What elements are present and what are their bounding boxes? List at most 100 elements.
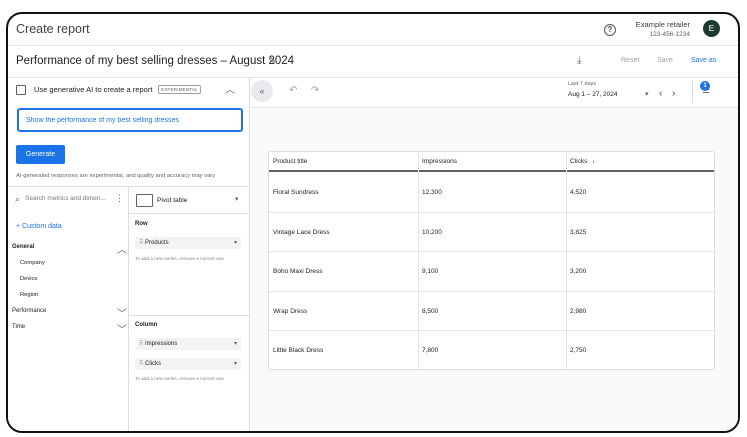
sort-descending-icon[interactable]: ↓ bbox=[592, 158, 595, 165]
cell-clicks: 3,825 bbox=[570, 228, 587, 236]
column-chip-clicks[interactable]: ⠿ Clicks ▾ bbox=[135, 358, 241, 370]
category-label: General bbox=[12, 244, 35, 250]
cell-product-title: Vintage Lace Dress bbox=[273, 228, 330, 236]
table-row[interactable]: Floral Sundress 12,300 4,520 bbox=[269, 173, 714, 213]
save-as-button[interactable]: Save as bbox=[691, 57, 716, 64]
date-range-caption: Last 7 days bbox=[568, 81, 597, 87]
ai-panel-title: Use generative AI to create a report bbox=[34, 85, 153, 94]
cell-impressions: 12,300 bbox=[422, 189, 442, 196]
pivot-table: Product title Impressions Clicks ↓ Flora… bbox=[268, 151, 715, 370]
chevron-down-icon: ﹀ bbox=[117, 309, 127, 320]
row-section-label: Row bbox=[135, 221, 148, 227]
divider bbox=[692, 81, 693, 103]
table-row[interactable]: Wrap Dress 8,500 2,980 bbox=[269, 292, 714, 331]
caret-down-icon[interactable]: ▾ bbox=[234, 338, 237, 350]
divider bbox=[129, 213, 249, 214]
reset-button[interactable]: Reset bbox=[621, 57, 639, 64]
generate-button[interactable]: Generate bbox=[16, 145, 65, 164]
cell-impressions: 10,200 bbox=[422, 228, 442, 236]
create-report-window: Create report ? Example retailer 123-456… bbox=[6, 12, 740, 433]
cell-clicks: 4,520 bbox=[570, 189, 587, 196]
cell-impressions: 7,800 bbox=[422, 347, 439, 354]
chip-label: Products bbox=[145, 240, 169, 246]
search-icon: ⌕ bbox=[15, 194, 21, 204]
save-button[interactable]: Save bbox=[657, 57, 673, 64]
drag-handle-icon[interactable]: ⠿ bbox=[139, 358, 143, 370]
cell-product-title: Little Black Dress bbox=[273, 347, 324, 354]
redo-icon[interactable]: ↷ bbox=[311, 85, 319, 96]
app-title: Create report bbox=[16, 22, 90, 36]
category-label: Time bbox=[12, 324, 26, 330]
ai-disclaimer: AI-generated responses are experimental,… bbox=[16, 173, 216, 179]
category-time[interactable]: Time ﹀ bbox=[12, 324, 127, 340]
chip-label: Impressions bbox=[145, 341, 178, 347]
chevron-up-icon: ︿ bbox=[117, 245, 127, 256]
account-name[interactable]: Example retailer bbox=[636, 20, 690, 29]
chevron-down-icon: ﹀ bbox=[117, 325, 127, 336]
category-general[interactable]: General ︿ bbox=[12, 244, 127, 260]
table-row[interactable]: Vintage Lace Dress 10,200 3,825 bbox=[269, 213, 714, 252]
divider bbox=[129, 315, 249, 316]
metric-item-company[interactable]: Company bbox=[20, 260, 45, 266]
drag-handle-icon[interactable]: ⠿ bbox=[139, 237, 143, 249]
column-section-label: Column bbox=[135, 322, 158, 328]
metric-item-device[interactable]: Device bbox=[20, 276, 38, 282]
more-options-icon[interactable]: ⋮ bbox=[115, 193, 124, 204]
pivot-table-icon bbox=[136, 194, 153, 207]
metric-item-region[interactable]: Region bbox=[20, 292, 38, 298]
cell-clicks: 2,980 bbox=[570, 307, 587, 315]
filter-count-badge: 1 bbox=[700, 81, 710, 91]
chip-label: Clicks bbox=[145, 361, 161, 367]
avatar[interactable]: E bbox=[703, 20, 720, 37]
experimental-badge: EXPERIMENTAL bbox=[158, 85, 201, 94]
category-label: Performance bbox=[12, 308, 47, 314]
edit-title-pencil-icon[interactable]: ✎ bbox=[268, 56, 276, 67]
chevron-left-icon[interactable]: ‹ bbox=[659, 88, 662, 99]
caret-down-icon[interactable]: ▾ bbox=[234, 237, 237, 249]
cell-product-title: Boho Maxi Dress bbox=[273, 268, 323, 275]
canvas-toolbar: « ↶ ↷ Last 7 days Aug 1 – 27, 2024 ▾ ‹ ›… bbox=[251, 78, 738, 108]
row-hint: To add a new series, remove a current on… bbox=[135, 256, 224, 261]
column-chip-impressions[interactable]: ⠿ Impressions ▾ bbox=[135, 338, 241, 350]
visualization-type-label[interactable]: Pivot table bbox=[157, 197, 187, 204]
pivot-config-panel: Pivot table ▾ Row ⠿ Products ▾ To add a … bbox=[129, 186, 249, 431]
caret-down-icon[interactable]: ▾ bbox=[645, 90, 649, 98]
row-chip-products[interactable]: ⠿ Products ▾ bbox=[135, 237, 241, 249]
undo-icon[interactable]: ↶ bbox=[289, 85, 297, 96]
table-row[interactable]: Little Black Dress 7,800 2,750 bbox=[269, 331, 714, 369]
category-performance[interactable]: Performance ﹀ bbox=[12, 308, 127, 324]
cell-product-title: Wrap Dress bbox=[273, 307, 308, 315]
column-header-product-title[interactable]: Product title bbox=[273, 158, 307, 165]
cell-impressions: 8,500 bbox=[422, 307, 439, 315]
column-hint: To add a new series, remove a current on… bbox=[135, 376, 224, 381]
custom-data-button[interactable]: + Custom data bbox=[16, 223, 62, 230]
chevron-up-icon[interactable]: ︿ bbox=[225, 81, 235, 96]
left-panel: Use generative AI to create a report EXP… bbox=[8, 78, 250, 431]
chevron-right-icon[interactable]: › bbox=[672, 88, 675, 99]
help-icon[interactable]: ? bbox=[604, 24, 616, 36]
collapse-panel-button[interactable]: « bbox=[251, 80, 273, 102]
download-icon[interactable]: ⤓ bbox=[577, 55, 581, 66]
cell-clicks: 3,200 bbox=[570, 268, 587, 275]
date-range-selector[interactable]: Aug 1 – 27, 2024 bbox=[568, 91, 618, 98]
filter-button[interactable]: ☰ 1 bbox=[700, 81, 716, 97]
account-id: 123-456-1234 bbox=[649, 31, 690, 38]
report-title-bar: Performance of my best selling dresses –… bbox=[8, 46, 738, 78]
drag-handle-icon[interactable]: ⠿ bbox=[139, 338, 143, 350]
report-title: Performance of my best selling dresses –… bbox=[16, 55, 295, 67]
table-header: Product title Impressions Clicks ↓ bbox=[269, 152, 714, 172]
column-header-label: Clicks bbox=[570, 158, 588, 165]
app-bar: Create report ? Example retailer 123-456… bbox=[8, 14, 738, 46]
cell-product-title: Floral Sundress bbox=[273, 189, 319, 196]
metrics-panel: ⌕ ⋮ + Custom data General ︿ Company Devi… bbox=[8, 186, 129, 431]
table-row[interactable]: Boho Maxi Dress 9,100 3,200 bbox=[269, 252, 714, 292]
cell-clicks: 2,750 bbox=[570, 347, 587, 354]
metrics-search-input[interactable] bbox=[25, 195, 113, 202]
column-header-impressions[interactable]: Impressions bbox=[422, 158, 457, 165]
generative-ai-icon bbox=[16, 85, 26, 95]
report-canvas: « ↶ ↷ Last 7 days Aug 1 – 27, 2024 ▾ ‹ ›… bbox=[251, 78, 738, 431]
column-header-clicks[interactable]: Clicks ↓ bbox=[570, 158, 595, 165]
caret-down-icon[interactable]: ▾ bbox=[234, 358, 237, 370]
caret-down-icon[interactable]: ▾ bbox=[235, 195, 239, 203]
ai-prompt-input[interactable] bbox=[17, 108, 243, 132]
